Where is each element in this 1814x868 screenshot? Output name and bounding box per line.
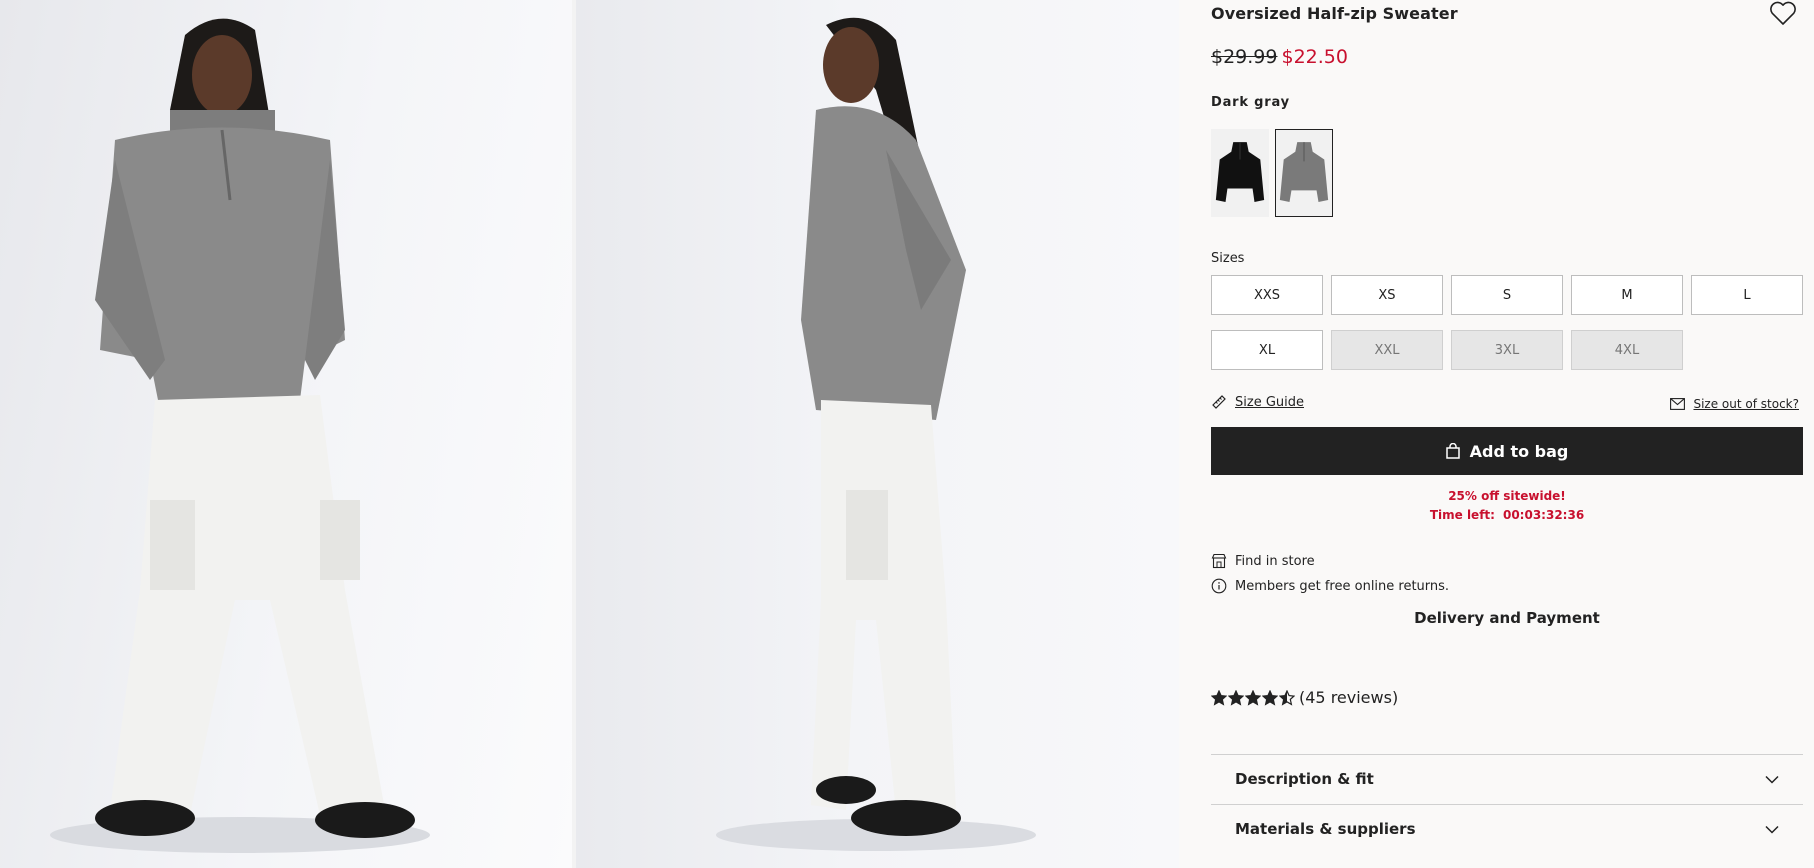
star-icon [1245, 689, 1261, 706]
returns-note: Members get free online returns. [1211, 578, 1449, 594]
star-icon [1279, 689, 1295, 706]
size-selector: XXS XS S M L XL XXL 3XL 4XL [1211, 275, 1804, 370]
size-option-xxl[interactable]: XXL [1331, 330, 1443, 370]
star-rating [1211, 689, 1295, 706]
size-option-3xl[interactable]: 3XL [1451, 330, 1563, 370]
sweater-gray-thumbnail [1279, 142, 1329, 202]
swatch-black[interactable] [1211, 129, 1269, 217]
size-guide-label: Size Guide [1235, 394, 1304, 410]
model-front-illustration [50, 18, 430, 853]
size-option-xxs[interactable]: XXS [1211, 275, 1323, 315]
product-info-panel: Oversized Half-zip Sweater $29.99 $22.50 … [1211, 0, 1804, 868]
price-block: $29.99 $22.50 [1211, 46, 1348, 68]
size-out-of-stock-link[interactable]: Size out of stock? [1670, 397, 1799, 411]
find-in-store-label: Find in store [1235, 553, 1315, 569]
accordion-materials-suppliers[interactable]: Materials & suppliers [1211, 804, 1803, 853]
chevron-down-icon [1765, 825, 1779, 834]
promo-headline: 25% off sitewide! [1448, 489, 1566, 503]
product-image-side[interactable] [576, 0, 1179, 868]
selected-color-label: Dark gray [1211, 95, 1290, 110]
find-in-store-link[interactable]: Find in store [1211, 553, 1315, 569]
model-side-illustration [716, 17, 1036, 851]
size-option-xl[interactable]: XL [1211, 330, 1323, 370]
sweater-black-thumbnail [1215, 142, 1265, 202]
countdown-label: Time left: [1429, 508, 1495, 522]
heart-icon [1770, 1, 1796, 25]
promo-banner: 25% off sitewide! Time left: 00:03:32:36 [1211, 487, 1803, 525]
accordion-materials-suppliers-label: Materials & suppliers [1235, 820, 1416, 838]
add-to-bag-label: Add to bag [1469, 441, 1569, 461]
size-out-of-stock-label: Size out of stock? [1693, 397, 1799, 411]
star-icon [1228, 689, 1244, 706]
countdown-timer: 00:03:32:36 [1502, 508, 1585, 522]
chevron-down-icon [1765, 775, 1779, 784]
accordion-description-fit-label: Description & fit [1235, 770, 1374, 788]
size-option-4xl[interactable]: 4XL [1571, 330, 1683, 370]
star-icon [1262, 689, 1278, 706]
bag-icon [1445, 443, 1460, 459]
color-swatches [1211, 129, 1333, 217]
size-option-l[interactable]: L [1691, 275, 1803, 315]
sizes-label: Sizes [1211, 251, 1245, 266]
product-image-front[interactable] [0, 0, 572, 868]
returns-note-text: Members get free online returns. [1235, 578, 1450, 594]
info-icon [1211, 578, 1227, 594]
size-option-m[interactable]: M [1571, 275, 1683, 315]
reviews-summary[interactable]: (45 reviews) [1211, 688, 1398, 707]
star-icon [1211, 689, 1227, 706]
product-title: Oversized Half-zip Sweater [1211, 4, 1458, 23]
promo-countdown: Time left: 00:03:32:36 [1211, 506, 1803, 525]
favorite-button[interactable] [1769, 0, 1797, 26]
delivery-and-payment-link[interactable]: Delivery and Payment [1211, 609, 1803, 627]
store-icon [1211, 553, 1227, 569]
reviews-count: (45 reviews) [1299, 688, 1399, 707]
sale-price: $22.50 [1281, 46, 1348, 68]
add-to-bag-button[interactable]: Add to bag [1211, 427, 1803, 475]
envelope-icon [1670, 398, 1686, 410]
accordion-description-fit[interactable]: Description & fit [1211, 754, 1803, 803]
size-option-s[interactable]: S [1451, 275, 1563, 315]
swatch-dark-gray[interactable] [1275, 129, 1333, 217]
product-gallery [0, 0, 1179, 868]
original-price: $29.99 [1211, 46, 1278, 68]
size-option-xs[interactable]: XS [1331, 275, 1443, 315]
ruler-icon [1212, 395, 1226, 409]
size-guide-link[interactable]: Size Guide [1211, 394, 1304, 410]
